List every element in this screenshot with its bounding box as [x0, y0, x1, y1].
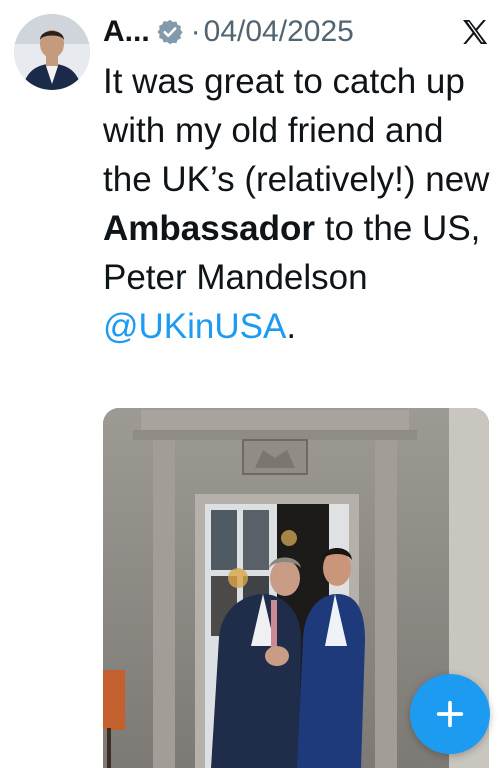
x-logo-icon: [463, 20, 488, 44]
post-header: A... · 04/04/2025: [103, 12, 491, 52]
author-avatar[interactable]: [14, 14, 90, 90]
verified-badge-icon: [157, 19, 183, 45]
post-text-end: .: [286, 307, 297, 346]
avatar-image: [14, 14, 90, 90]
post-text: It was great to catch up with my old fri…: [103, 57, 495, 351]
mention-link[interactable]: @UKinUSA: [103, 307, 286, 346]
author-name[interactable]: A...: [103, 15, 150, 49]
post-text-bold: Ambassador: [103, 209, 316, 248]
header-separator: ·: [190, 15, 201, 48]
plus-icon: [436, 700, 464, 728]
compose-button[interactable]: [410, 674, 490, 754]
post-date[interactable]: 04/04/2025: [204, 15, 354, 49]
post-text-part: It was great to catch up with my old fri…: [103, 62, 490, 199]
